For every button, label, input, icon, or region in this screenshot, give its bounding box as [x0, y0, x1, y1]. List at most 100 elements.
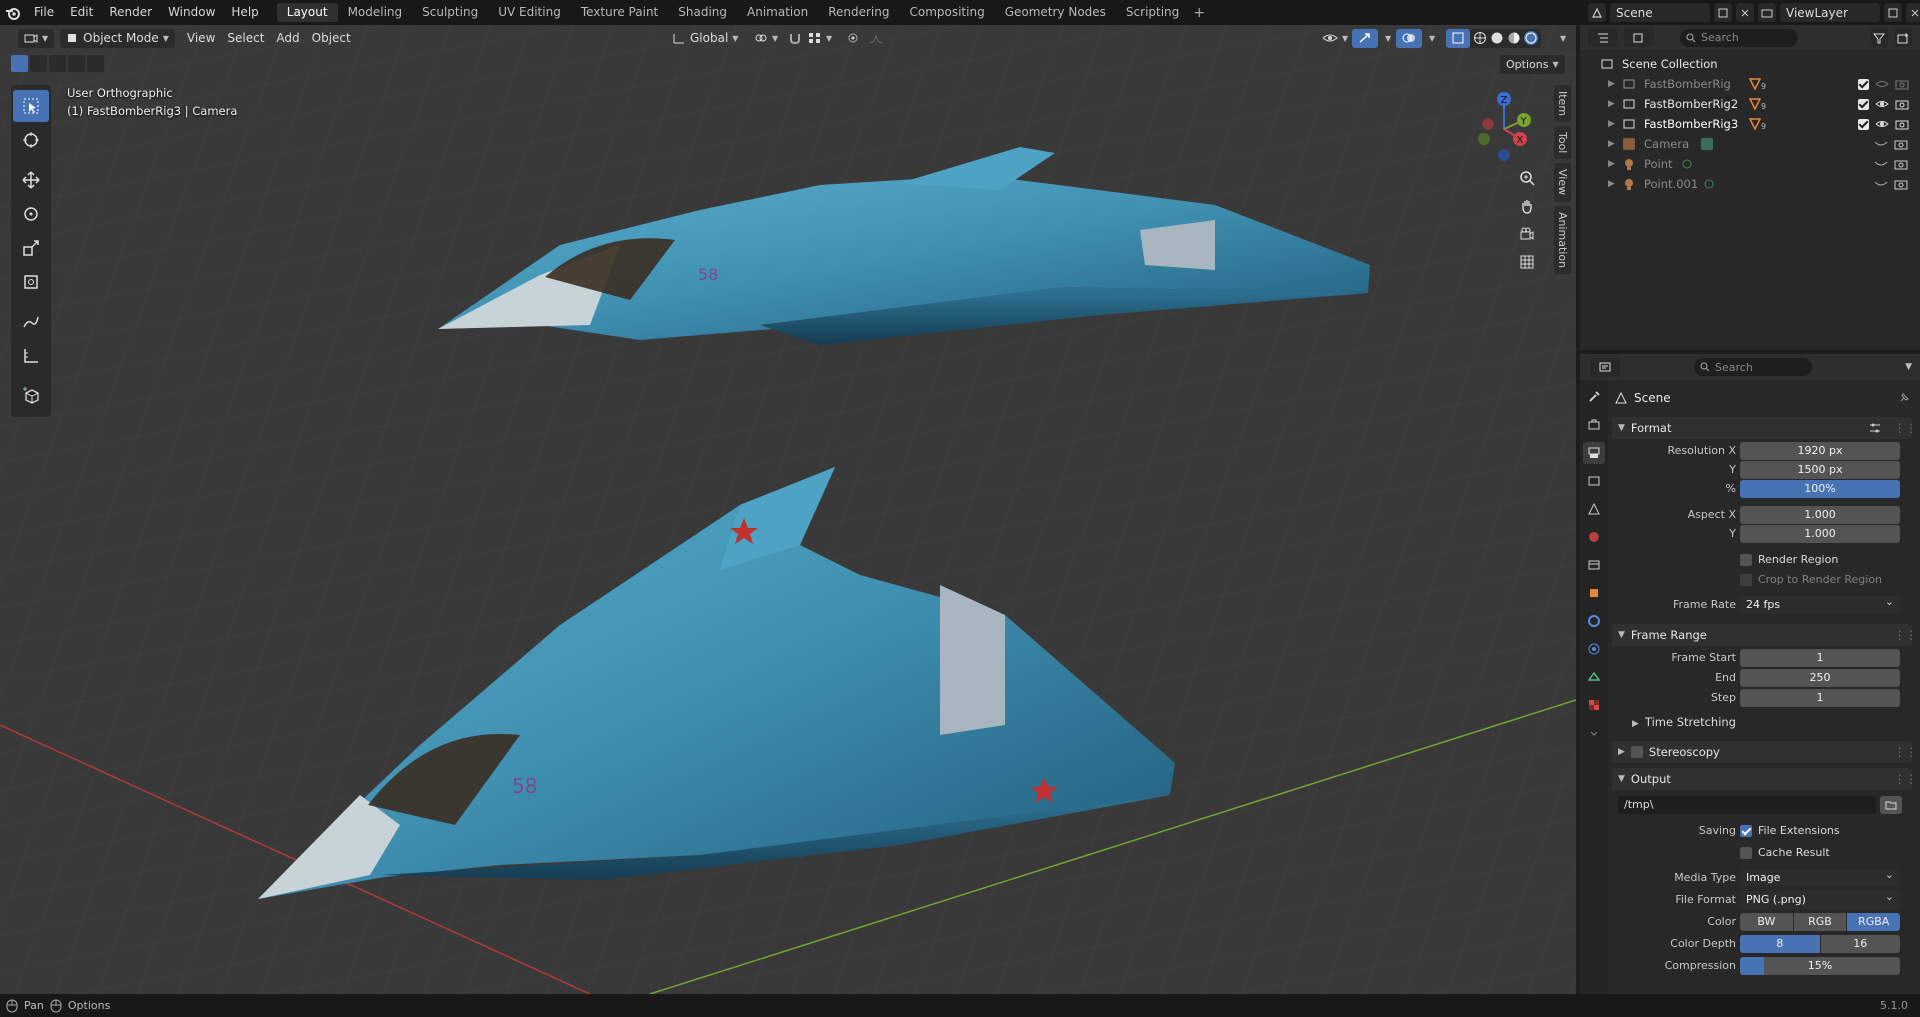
visibility-eye-icon[interactable] — [1875, 99, 1889, 109]
compression-field[interactable]: 15% — [1740, 957, 1900, 975]
pin-icon[interactable] — [1898, 392, 1910, 404]
pivot-point-icon[interactable]: ▼ — [748, 29, 784, 48]
overlays-dropdown-icon[interactable]: ▼ — [1419, 29, 1441, 48]
world-tab-icon[interactable] — [1583, 526, 1605, 548]
color-rgba-button[interactable]: RGBA — [1847, 913, 1901, 931]
tab-layout[interactable]: Layout — [276, 3, 338, 22]
tab-rendering[interactable]: Rendering — [818, 3, 899, 22]
falloff-icon[interactable] — [862, 29, 890, 48]
hidden-eye-icon[interactable] — [1874, 159, 1888, 169]
mode-dropdown[interactable]: Object Mode ▼ — [60, 28, 175, 48]
color-rgb-button[interactable]: RGB — [1793, 913, 1847, 931]
crop-region-checkbox[interactable] — [1740, 574, 1752, 586]
menu-object[interactable]: Object — [306, 29, 357, 48]
media-type-dropdown[interactable]: Image — [1740, 866, 1900, 887]
scene-tab-icon[interactable] — [1583, 498, 1605, 520]
select-intersect-icon[interactable] — [87, 55, 104, 72]
perspective-toggle-icon[interactable] — [1514, 249, 1540, 275]
outliner-item-row[interactable]: ▶ FastBomberRig3 9 — [1580, 114, 1920, 134]
viewport-canvas[interactable]: 58 58 — [0, 25, 1576, 994]
delete-view-layer-icon[interactable] — [1906, 3, 1920, 22]
outliner-item-row[interactable]: ▶ Camera — [1580, 134, 1920, 154]
format-panel-header[interactable]: ▼ Format ⋮⋮ — [1612, 417, 1917, 439]
presets-icon[interactable] — [1868, 422, 1882, 434]
view-layer-field[interactable]: ViewLayer — [1780, 3, 1880, 22]
output-panel-header[interactable]: ▼ Output ⋮⋮ — [1612, 768, 1917, 790]
menu-edit[interactable]: Edit — [62, 0, 101, 25]
tab-scripting[interactable]: Scripting — [1116, 3, 1189, 22]
tab-uv-editing[interactable]: UV Editing — [488, 3, 571, 22]
expand-arrow-icon[interactable]: ▶ — [1608, 139, 1615, 149]
render-camera-icon[interactable] — [1894, 178, 1908, 190]
visibility-eye-icon[interactable] — [1875, 79, 1889, 89]
properties-search-field[interactable]: Search — [1694, 358, 1812, 376]
aspect-y-field[interactable]: 1.000 — [1740, 525, 1900, 543]
sidebar-tab-view[interactable]: View — [1554, 163, 1571, 202]
render-region-checkbox[interactable] — [1740, 554, 1752, 566]
exclude-checkbox[interactable] — [1858, 118, 1869, 130]
filter-icon[interactable] — [1870, 28, 1888, 47]
tab-texture-paint[interactable]: Texture Paint — [571, 3, 668, 22]
outliner-editor-type-icon[interactable] — [1588, 28, 1618, 47]
scene-name-field[interactable]: Scene — [1610, 3, 1710, 22]
zoom-icon[interactable] — [1514, 165, 1540, 191]
select-extend-icon[interactable] — [30, 55, 47, 72]
new-view-layer-icon[interactable] — [1884, 3, 1902, 22]
cursor-tool-icon[interactable] — [13, 124, 49, 156]
depth-16-button[interactable]: 16 — [1820, 935, 1900, 953]
frame-range-panel-header[interactable]: ▼ Frame Range ⋮⋮ — [1612, 624, 1917, 646]
folder-browse-icon[interactable] — [1880, 796, 1902, 814]
options-button[interactable]: Options ▼ — [1500, 55, 1565, 74]
menu-render[interactable]: Render — [101, 0, 160, 25]
visibility-eye-icon[interactable] — [1875, 119, 1889, 129]
render-camera-icon[interactable] — [1894, 158, 1908, 170]
editor-type-button[interactable]: ▼ — [18, 28, 55, 48]
outliner-item-row[interactable]: ▶ Point.001 — [1580, 174, 1920, 194]
properties-editor-type-icon[interactable] — [1590, 357, 1620, 377]
hidden-eye-icon[interactable] — [1874, 179, 1888, 189]
tab-shading[interactable]: Shading — [668, 3, 737, 22]
move-tool-icon[interactable] — [13, 164, 49, 196]
menu-select[interactable]: Select — [221, 29, 270, 48]
delete-scene-icon[interactable] — [1736, 3, 1754, 22]
scene-icon[interactable] — [1588, 3, 1606, 22]
tab-geometry-nodes[interactable]: Geometry Nodes — [995, 3, 1116, 22]
snap-target-icon[interactable]: ▼ — [802, 29, 838, 48]
tab-compositing[interactable]: Compositing — [899, 3, 994, 22]
drag-handle-icon[interactable]: ⋮⋮ — [1894, 745, 1917, 759]
hidden-eye-icon[interactable] — [1874, 139, 1888, 149]
view-layer-icon[interactable] — [1758, 3, 1776, 22]
render-camera-icon[interactable] — [1895, 118, 1909, 130]
frame-end-field[interactable]: 250 — [1740, 669, 1900, 687]
sidebar-tab-animation[interactable]: Animation — [1554, 205, 1571, 274]
depth-8-button[interactable]: 8 — [1740, 935, 1820, 953]
output-tab-icon[interactable] — [1583, 442, 1605, 464]
frame-start-field[interactable]: 1 — [1740, 649, 1900, 667]
gizmo-dropdown-icon[interactable]: ▼ — [1375, 29, 1397, 48]
select-subtract-icon[interactable] — [49, 55, 66, 72]
add-cube-tool-icon[interactable] — [13, 380, 49, 412]
new-collection-icon[interactable] — [1894, 28, 1912, 47]
wireframe-shading-icon[interactable] — [1473, 31, 1487, 45]
modifier-tab-icon[interactable] — [1583, 610, 1605, 632]
texture-tab-icon[interactable] — [1583, 694, 1605, 716]
annotate-tool-icon[interactable] — [13, 306, 49, 338]
drag-handle-icon[interactable]: ⋮⋮ — [1894, 421, 1917, 435]
tab-modeling[interactable]: Modeling — [338, 3, 413, 22]
time-stretching-subpanel[interactable]: ▶ Time Stretching — [1632, 715, 1736, 733]
outliner-item-row[interactable]: ▶ Point — [1580, 154, 1920, 174]
material-shading-icon[interactable] — [1507, 31, 1521, 45]
frame-rate-dropdown[interactable]: 24 fps — [1740, 593, 1900, 614]
measure-tool-icon[interactable] — [13, 340, 49, 372]
3d-viewport[interactable]: 58 58 ▼ Object Mode ▼ View Select Add Obj… — [0, 25, 1576, 994]
rotate-tool-icon[interactable] — [13, 198, 49, 230]
tab-sculpting[interactable]: Sculpting — [412, 3, 488, 22]
camera-view-icon[interactable] — [1514, 221, 1540, 247]
transform-tool-icon[interactable] — [13, 266, 49, 298]
menu-add[interactable]: Add — [270, 29, 305, 48]
blender-logo-icon[interactable] — [0, 0, 26, 25]
scale-tool-icon[interactable] — [13, 232, 49, 264]
render-camera-icon[interactable] — [1895, 98, 1909, 110]
outliner-item-row[interactable]: ▶ FastBomberRig 9 — [1580, 74, 1920, 94]
file-format-dropdown[interactable]: PNG (.png) — [1740, 888, 1900, 909]
